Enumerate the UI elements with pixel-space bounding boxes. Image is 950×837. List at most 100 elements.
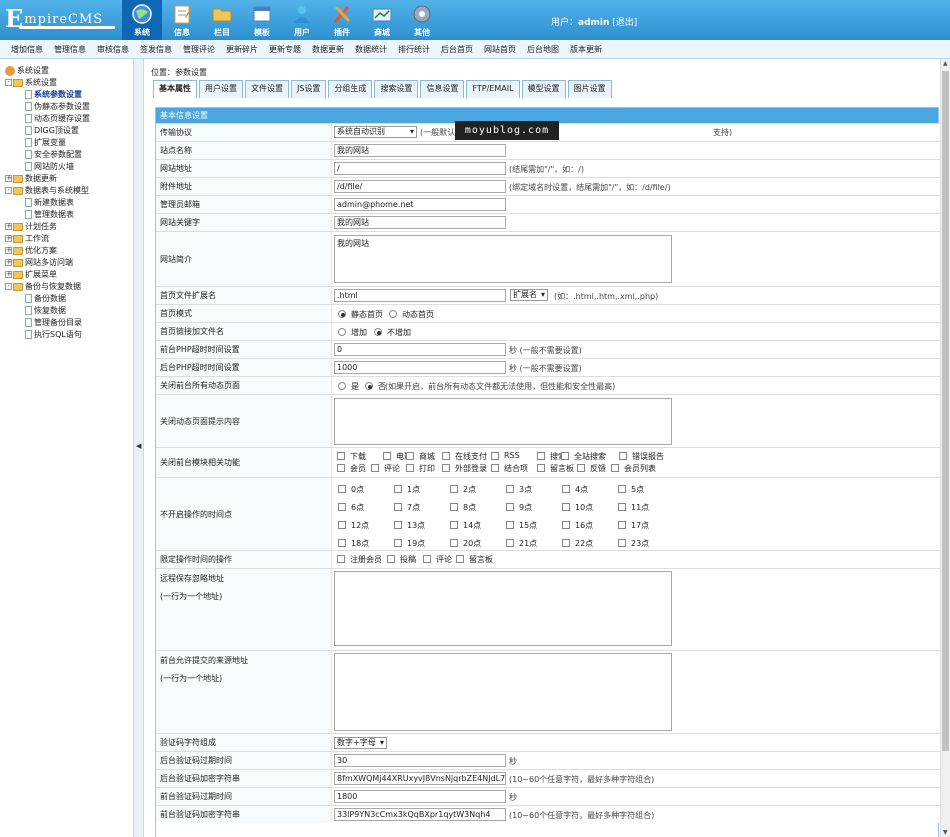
tree-item[interactable]: - 数据表与系统模型 xyxy=(5,185,89,197)
expand-icon[interactable]: + xyxy=(5,271,12,278)
tree-item[interactable]: 执行SQL语句 xyxy=(25,329,82,341)
topnav-globe[interactable]: 系统 xyxy=(122,0,162,40)
hour-checkbox[interactable] xyxy=(506,485,514,493)
static-index-radio[interactable] xyxy=(338,310,346,318)
hour-checkbox[interactable] xyxy=(394,485,402,493)
mod-checkbox[interactable] xyxy=(406,452,414,460)
mod-checkbox[interactable] xyxy=(577,464,585,472)
hour-checkbox[interactable] xyxy=(618,503,626,511)
tree-item[interactable]: + 数据更新 xyxy=(5,173,57,185)
hour-checkbox[interactable] xyxy=(338,485,346,493)
mod-checkbox[interactable] xyxy=(561,452,569,460)
topnav-gear[interactable]: 其他 xyxy=(402,0,442,40)
topnav-window[interactable]: 模板 xyxy=(242,0,282,40)
expand-icon[interactable]: + xyxy=(5,259,12,266)
mod-checkbox[interactable] xyxy=(537,452,545,460)
hour-checkbox[interactable] xyxy=(338,521,346,529)
closedyn-yes-radio[interactable] xyxy=(338,382,346,390)
limitop-checkbox[interactable] xyxy=(387,555,395,563)
menu-link[interactable]: 网站首页 xyxy=(484,44,516,55)
codechars-select[interactable]: 数字+字母 xyxy=(334,737,387,749)
hour-checkbox[interactable] xyxy=(338,503,346,511)
expand-icon[interactable]: + xyxy=(5,175,12,182)
menu-link[interactable]: 排行统计 xyxy=(398,44,430,55)
hour-checkbox[interactable] xyxy=(450,521,458,529)
expand-icon[interactable]: - xyxy=(5,187,12,194)
dynamic-index-radio[interactable] xyxy=(389,310,397,318)
tree-item[interactable]: + 扩展菜单 xyxy=(5,269,57,281)
hour-checkbox[interactable] xyxy=(506,521,514,529)
protocol-select[interactable]: 系统自动识别 xyxy=(334,126,417,138)
hour-checkbox[interactable] xyxy=(562,521,570,529)
menu-link[interactable]: 更新碎片 xyxy=(226,44,258,55)
menu-link[interactable]: 增加信息 xyxy=(11,44,43,55)
closemsg-textarea[interactable] xyxy=(334,398,672,445)
tab-3[interactable]: JS设置 xyxy=(291,80,327,98)
limitop-checkbox[interactable] xyxy=(423,555,431,563)
mod-checkbox[interactable] xyxy=(406,464,414,472)
menu-link[interactable]: 数据统计 xyxy=(355,44,387,55)
mod-checkbox[interactable] xyxy=(337,452,345,460)
mod-checkbox[interactable] xyxy=(619,452,627,460)
tree-item[interactable]: 动态页缓存设置 xyxy=(25,113,90,125)
hour-checkbox[interactable] xyxy=(450,503,458,511)
frontcodekey-input[interactable]: 33lP9YN3cCmx3kQqBXpr1qytW3Nqh4 xyxy=(334,808,506,821)
keywords-input[interactable]: 我的网站 xyxy=(334,216,506,229)
hour-checkbox[interactable] xyxy=(338,539,346,547)
mod-checkbox[interactable] xyxy=(442,464,450,472)
tab-4[interactable]: 分组生成 xyxy=(328,80,373,98)
tree-item[interactable]: 管理数据表 xyxy=(25,209,74,221)
topnav-tools[interactable]: 插件 xyxy=(322,0,362,40)
expand-icon[interactable]: - xyxy=(5,283,12,290)
siteurl-input[interactable]: / xyxy=(334,162,506,175)
hour-checkbox[interactable] xyxy=(562,485,570,493)
tab-6[interactable]: 信息设置 xyxy=(420,80,465,98)
tab-5[interactable]: 搜索设置 xyxy=(374,80,419,98)
hour-checkbox[interactable] xyxy=(618,521,626,529)
mod-checkbox[interactable] xyxy=(611,464,619,472)
tab-9[interactable]: 图片设置 xyxy=(567,80,612,98)
mod-checkbox[interactable] xyxy=(491,464,499,472)
mod-checkbox[interactable] xyxy=(491,452,499,460)
hour-checkbox[interactable] xyxy=(394,503,402,511)
mod-checkbox[interactable] xyxy=(442,452,450,460)
hour-checkbox[interactable] xyxy=(450,485,458,493)
topnav-shop[interactable]: 商城 xyxy=(362,0,402,40)
tree-item[interactable]: 安全参数配置 xyxy=(25,149,82,161)
mod-checkbox[interactable] xyxy=(371,464,379,472)
no-filename-radio[interactable] xyxy=(374,328,382,336)
frontcodetime-input[interactable]: 1800 xyxy=(334,790,506,803)
tree-item[interactable]: 网站防火墙 xyxy=(25,161,74,173)
hour-checkbox[interactable] xyxy=(562,503,570,511)
mod-checkbox[interactable] xyxy=(383,452,391,460)
hour-checkbox[interactable] xyxy=(506,539,514,547)
allowsource-textarea[interactable] xyxy=(334,653,672,731)
menu-link[interactable]: 管理信息 xyxy=(54,44,86,55)
sitename-input[interactable]: 我的网站 xyxy=(334,144,506,157)
mod-checkbox[interactable] xyxy=(537,464,545,472)
topnav-user[interactable]: 用户 xyxy=(282,0,322,40)
expand-icon[interactable]: + xyxy=(5,223,12,230)
menu-link[interactable]: 后台地图 xyxy=(527,44,559,55)
email-input[interactable]: admin@phome.net xyxy=(334,198,506,211)
intro-textarea[interactable]: 我的网站 xyxy=(334,235,672,283)
hour-checkbox[interactable] xyxy=(618,539,626,547)
tree-item[interactable]: 扩展变量 xyxy=(25,137,66,149)
tab-0[interactable]: 基本属性 xyxy=(153,80,197,98)
expand-icon[interactable]: + xyxy=(5,235,12,242)
remoteignore-textarea[interactable] xyxy=(334,571,672,646)
hour-checkbox[interactable] xyxy=(450,539,458,547)
backcodekey-input[interactable]: 8fmXWQMj44XRUxyvJ8VnsNjqrbZE4NJdL7ZD xyxy=(334,772,506,785)
hour-checkbox[interactable] xyxy=(618,485,626,493)
topnav-edit[interactable]: 信息 xyxy=(162,0,202,40)
phptime-back-input[interactable]: 1000 xyxy=(334,361,506,374)
tree-item[interactable]: 管理备份目录 xyxy=(25,317,82,329)
mod-checkbox[interactable] xyxy=(337,464,345,472)
expand-icon[interactable]: + xyxy=(5,247,12,254)
tree-item[interactable]: DIGG顶设置 xyxy=(25,125,79,137)
menu-link[interactable]: 签发信息 xyxy=(140,44,172,55)
menu-link[interactable]: 后台首页 xyxy=(441,44,473,55)
tree-item[interactable]: + 计划任务 xyxy=(5,221,57,233)
tree-item[interactable]: 系统设置 xyxy=(5,65,49,77)
tree-item[interactable]: + 网站多访问端 xyxy=(5,257,73,269)
